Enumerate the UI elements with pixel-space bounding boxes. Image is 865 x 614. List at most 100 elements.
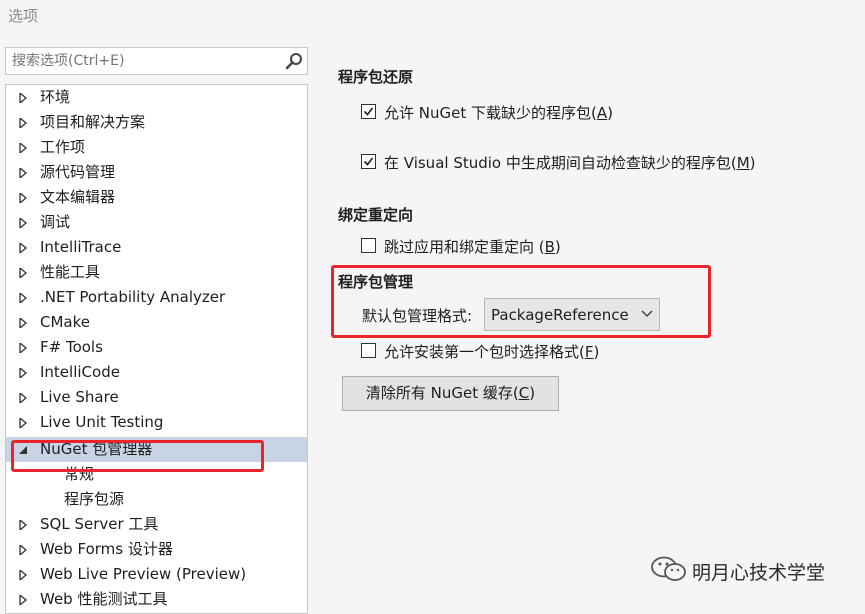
tree-item-label: 程序包源 [64,490,125,508]
expand-arrow-icon[interactable] [18,143,28,153]
search-input[interactable] [6,48,282,74]
label-text: ) [749,154,756,172]
expand-arrow-icon[interactable] [18,343,28,353]
label-text: ) [593,343,600,361]
tree-item[interactable]: Web Live Preview (Preview) [6,562,307,587]
expand-arrow-icon[interactable] [18,268,28,278]
skip-binding-redirects-checkbox[interactable] [361,238,376,253]
checkmark-icon [363,157,374,166]
expand-arrow-icon[interactable] [18,118,28,128]
label-text: ) [554,238,561,256]
tree-item[interactable]: .NET Portability Analyzer [6,285,307,310]
expand-arrow-icon[interactable] [18,168,28,178]
tree-item[interactable]: Live Unit Testing [6,410,307,435]
accel-key: F [584,343,594,361]
search-box[interactable] [5,47,308,75]
label-text: 允许安装第一个包时选择格式( [384,343,585,361]
button-text: 清除所有 NuGet 缓存( [365,384,519,402]
tree-item[interactable]: Web 性能测试工具 [6,587,307,612]
expand-arrow-icon[interactable] [18,570,28,580]
tree-item-label: Live Unit Testing [40,413,164,431]
tree-item-label: 源代码管理 [40,163,116,181]
expand-arrow-icon[interactable] [18,218,28,228]
tree-item-label: 性能工具 [40,263,101,281]
accel-key: M [736,154,750,172]
expand-arrow-icon[interactable] [18,293,28,303]
tree-item-label: IntelliCode [40,363,120,381]
expand-arrow-icon[interactable] [18,545,28,555]
tree-item[interactable]: IntelliTrace [6,235,307,260]
checkmark-icon [363,107,374,116]
tree-item[interactable]: 源代码管理 [6,160,307,185]
tree-item[interactable]: IntelliCode [6,360,307,385]
tree-item-label: IntelliTrace [40,238,122,256]
tree-item-label: SQL Server 工具 [40,515,159,533]
default-format-select[interactable]: PackageReference [484,298,660,331]
button-text: ) [529,384,536,402]
tree-item[interactable]: SQL Server 工具 [6,512,307,537]
tree-item-label: 项目和解决方案 [40,113,146,131]
collapse-arrow-icon[interactable] [18,445,28,455]
tree-item[interactable]: 环境 [6,85,307,110]
tree-item[interactable]: CMake [6,310,307,335]
window-title: 选项 [8,7,39,25]
expand-arrow-icon[interactable] [18,418,28,428]
section-title-package-restore: 程序包还原 [338,68,414,86]
tree-item-label: NuGet 包管理器 [40,440,153,458]
label-text: 跳过应用和绑定重定向 ( [384,238,545,256]
tree-item-label: 工作项 [40,138,86,156]
tree-item-label: .NET Portability Analyzer [40,288,226,306]
label-text: 允许 NuGet 下载缺少的程序包( [384,104,597,122]
tree-item-label: F# Tools [40,338,103,356]
tree-item-label: Web Forms 设计器 [40,540,173,558]
tree-item-label: 文本编辑器 [40,188,116,206]
tree-item-label: 调试 [40,213,71,231]
label-text: 在 Visual Studio 中生成期间自动检查缺少的程序包( [384,154,737,172]
tree-item[interactable]: 项目和解决方案 [6,110,307,135]
expand-arrow-icon[interactable] [18,393,28,403]
expand-arrow-icon[interactable] [18,368,28,378]
expand-arrow-icon[interactable] [18,318,28,328]
expand-arrow-icon[interactable] [18,193,28,203]
tree-item-label: Live Share [40,388,119,406]
tree-item[interactable]: 性能工具 [6,260,307,285]
tree-subitem-package-sources[interactable]: 程序包源 [6,487,307,512]
accel-key: B [544,238,555,256]
search-icon[interactable] [285,52,303,70]
tree-item-label: Web Live Preview (Preview) [40,565,247,583]
expand-arrow-icon[interactable] [18,243,28,253]
auto-check-label[interactable]: 在 Visual Studio 中生成期间自动检查缺少的程序包(M) [384,152,756,173]
expand-arrow-icon[interactable] [18,595,28,605]
tree-item-label: Web 性能测试工具 [40,590,168,608]
accel-key: A [596,104,608,122]
tree-item-label: 常规 [64,465,95,483]
chevron-down-icon [641,310,653,318]
tree-item[interactable]: 工作项 [6,135,307,160]
tree-item-label: 环境 [40,88,71,106]
default-format-label: 默认包管理格式: [362,307,473,325]
allow-choose-format-checkbox[interactable] [361,343,376,358]
skip-binding-redirects-label[interactable]: 跳过应用和绑定重定向 (B) [384,236,561,257]
tree-subitem-general[interactable]: 常规 [6,462,307,487]
auto-check-checkbox[interactable] [361,154,376,169]
expand-arrow-icon[interactable] [18,520,28,530]
tree-item-label: CMake [40,313,90,331]
tree-item[interactable]: 文本编辑器 [6,185,307,210]
watermark: 明月心技术学堂 [650,556,825,584]
tree-item[interactable]: Web Forms 设计器 [6,537,307,562]
tree-item[interactable]: 调试 [6,210,307,235]
expand-arrow-icon[interactable] [18,93,28,103]
label-text: ) [607,104,613,122]
wechat-logo-icon [651,556,686,581]
allow-download-label[interactable]: 允许 NuGet 下载缺少的程序包(A) [384,102,613,123]
clear-nuget-cache-button[interactable]: 清除所有 NuGet 缓存(C) [342,376,559,411]
allow-download-checkbox[interactable] [361,104,376,119]
options-tree: 环境 项目和解决方案 工作项 源代码管理 文本编辑器 调试 IntelliTra… [5,84,308,614]
section-title-package-management: 程序包管理 [338,273,414,291]
default-format-value: PackageReference [491,306,629,324]
tree-item-nuget-selected[interactable]: NuGet 包管理器 [6,437,307,462]
tree-item[interactable]: Live Share [6,385,307,410]
tree-item[interactable]: F# Tools [6,335,307,360]
allow-choose-format-label[interactable]: 允许安装第一个包时选择格式(F) [384,341,599,362]
section-title-binding-redirects: 绑定重定向 [338,206,414,224]
